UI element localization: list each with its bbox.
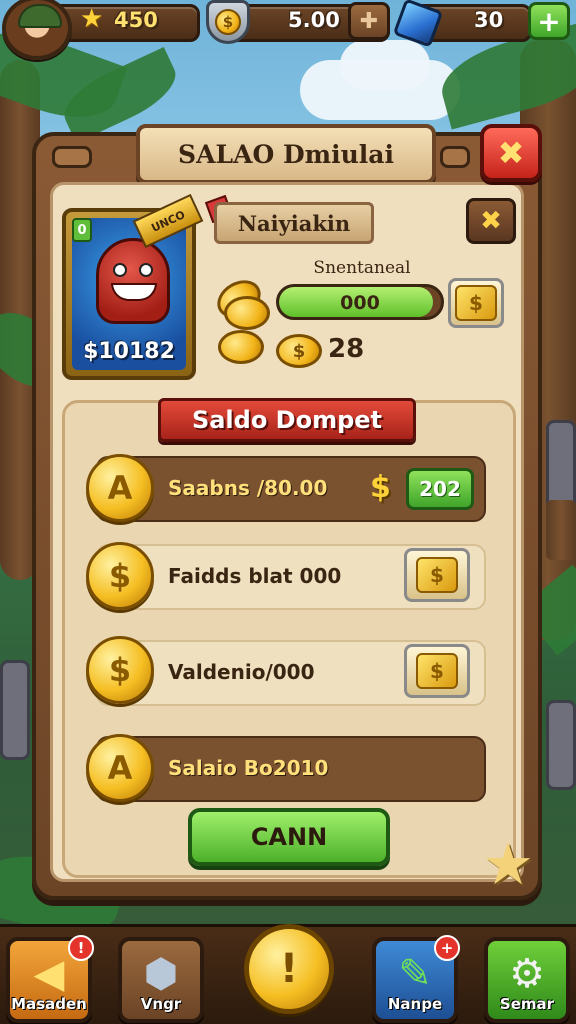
nav-item-vngr[interactable]: ⬢ Vngr xyxy=(118,937,204,1023)
character-value: $10182 xyxy=(83,339,175,364)
nav-label: Nanpe xyxy=(387,995,443,1013)
coin-icon: $ xyxy=(276,334,322,368)
coin-reward-button[interactable]: $ xyxy=(448,278,504,328)
notification-badge: + xyxy=(434,935,460,961)
panel-ornament xyxy=(52,146,92,168)
saldo-coin-button[interactable]: $ xyxy=(404,548,470,602)
plus-icon: + xyxy=(537,4,561,38)
nav-label: Vngr xyxy=(140,995,182,1013)
saldo-header: Saldo Dompet xyxy=(191,406,383,434)
close-icon: ✖ xyxy=(480,206,502,236)
progress-caption: Snentaneal xyxy=(313,258,411,278)
character-card[interactable]: 0 UNCO $10182 xyxy=(62,193,204,380)
gear-icon: ⚙ xyxy=(509,951,545,997)
saldo-row-label: Valdenio/000 xyxy=(168,660,315,684)
coin-count: 28 xyxy=(328,334,365,364)
saldo-row-label: Saabns /80.00 xyxy=(168,476,328,500)
eye xyxy=(139,263,153,277)
saldo-coin-button[interactable]: $ xyxy=(404,644,470,698)
nav-item-semar[interactable]: ⚙ Semar xyxy=(484,937,570,1023)
coins-add-button[interactable]: ✚ xyxy=(348,2,390,40)
close-panel-button[interactable]: ✖ xyxy=(480,124,542,182)
stars-count: 450 xyxy=(114,8,158,32)
panel-ornament xyxy=(440,146,470,168)
saldo-row-label: Salaio Bo2010 xyxy=(168,756,329,780)
mouth xyxy=(111,283,157,301)
stone-pillar xyxy=(546,420,576,510)
notification-badge: ! xyxy=(68,935,94,961)
panel-title: SALAO Dmiulai xyxy=(178,139,394,169)
coins-count: 5.00 xyxy=(288,8,340,32)
close-icon: ✖ xyxy=(497,134,525,172)
coin-icon: A xyxy=(86,454,154,522)
nav-label: Masaden xyxy=(11,995,87,1013)
coin-stack-icon xyxy=(224,296,270,330)
claim-button[interactable]: CANN xyxy=(188,808,390,866)
dollar-icon: $ xyxy=(370,470,391,505)
top-hud: ★ 450 $ 5.00 ✚ 30 + xyxy=(0,0,576,60)
saldo-value-button[interactable]: 202 xyxy=(406,468,474,510)
coin-icon: $ xyxy=(86,636,154,704)
stone-pillar xyxy=(0,660,30,760)
wrench-icon: ✎ xyxy=(398,951,432,997)
nav-item-masaden[interactable]: ◀ ! Masaden xyxy=(6,935,94,1023)
gems-count: 30 xyxy=(474,8,504,32)
plus-icon: ✚ xyxy=(359,8,379,34)
nav-item-nanpe[interactable]: ✎ + Nanpe xyxy=(372,935,460,1023)
coin-icon: $ xyxy=(86,542,154,610)
coin-icon: $ xyxy=(416,557,458,593)
character-name-plate: Naiyiakin xyxy=(214,202,374,244)
star-ornament-icon: ★ xyxy=(482,830,534,898)
coin-icon: $ xyxy=(455,285,497,321)
character-name: Naiyiakin xyxy=(237,210,351,236)
saldo-ribbon: Saldo Dompet xyxy=(158,398,416,442)
progress-text: 000 xyxy=(340,292,380,314)
gems-add-button[interactable]: + xyxy=(528,2,570,40)
coin-icon: A xyxy=(86,734,154,802)
coin-icon: ! xyxy=(279,946,299,992)
stone-pillar xyxy=(546,700,576,790)
saldo-row[interactable]: Salaio Bo2010 xyxy=(96,736,486,802)
treasure-chest xyxy=(546,500,576,560)
eye xyxy=(113,263,127,277)
close-character-button[interactable]: ✖ xyxy=(466,198,516,244)
saldo-row-label: Faidds blat 000 xyxy=(168,564,342,588)
player-avatar[interactable] xyxy=(2,0,72,60)
character-progress-bar: 000 xyxy=(276,284,444,320)
coin-shield-icon: $ xyxy=(206,0,250,44)
coin-icon: $ xyxy=(416,653,458,689)
monster-character-image xyxy=(96,238,170,324)
star-icon: ★ xyxy=(80,4,104,34)
coin-icon xyxy=(218,330,264,364)
panel-title-plate: SALAO Dmiulai xyxy=(136,124,436,184)
helmet-icon: ⬢ xyxy=(143,951,179,997)
nav-label: Semar xyxy=(499,995,555,1013)
flag-icon: ◀ xyxy=(33,951,65,997)
center-coin-button[interactable]: ! xyxy=(244,924,334,1014)
claim-button-label: CANN xyxy=(250,823,328,851)
character-level-badge: 0 xyxy=(72,218,92,242)
